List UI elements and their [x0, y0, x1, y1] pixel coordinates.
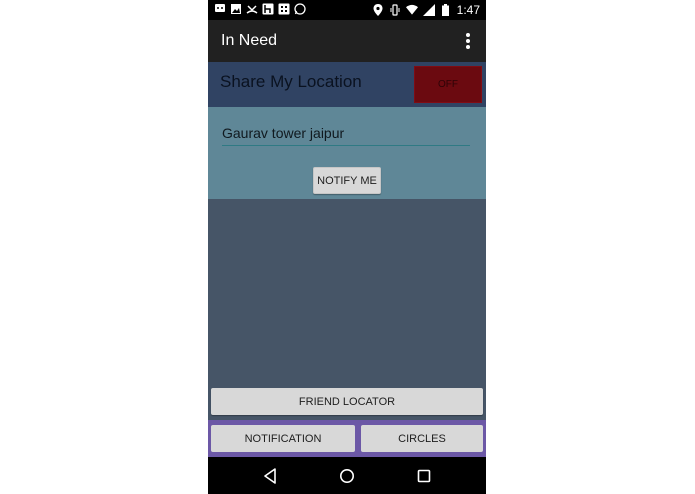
- overflow-menu-icon[interactable]: [460, 32, 476, 50]
- missed-call-icon: [246, 3, 258, 15]
- app-title: In Need: [221, 32, 278, 49]
- vibrate-icon: [389, 4, 401, 16]
- clock-time: 1:47: [456, 3, 480, 17]
- notify-me-button[interactable]: NOTIFY ME: [313, 167, 381, 194]
- status-bar: 1:47: [208, 0, 486, 20]
- home-icon[interactable]: [336, 465, 358, 487]
- share-location-toggle[interactable]: OFF: [414, 66, 482, 103]
- hike-icon: [262, 3, 274, 15]
- phone-screen: 1:47 In Need Share My Location OFF NOTIF…: [208, 0, 486, 494]
- signal-icon: [422, 4, 435, 16]
- back-icon[interactable]: [259, 465, 281, 487]
- share-location-row: Share My Location OFF: [208, 62, 486, 107]
- navigation-bar: [208, 457, 486, 494]
- chat-icon: [214, 3, 226, 15]
- share-location-label: Share My Location: [220, 72, 362, 91]
- battery-icon: [440, 4, 452, 16]
- image-icon: [230, 3, 242, 15]
- notification-button[interactable]: NOTIFICATION: [211, 425, 355, 452]
- app-bar: In Need: [208, 20, 486, 62]
- recents-icon[interactable]: [413, 465, 435, 487]
- notification-icons: [214, 3, 306, 15]
- location-panel: NOTIFY ME: [208, 107, 486, 199]
- location-input[interactable]: [222, 121, 470, 146]
- friend-locator-button[interactable]: FRIEND LOCATOR: [211, 388, 483, 415]
- circles-button[interactable]: CIRCLES: [361, 425, 483, 452]
- wifi-icon: [405, 4, 418, 16]
- whatsapp-icon: [294, 3, 306, 15]
- location-icon: [372, 4, 384, 16]
- bbm-icon: [278, 3, 290, 15]
- bottom-button-bar: NOTIFICATION CIRCLES: [208, 420, 486, 457]
- system-status-icons: 1:47: [372, 3, 480, 17]
